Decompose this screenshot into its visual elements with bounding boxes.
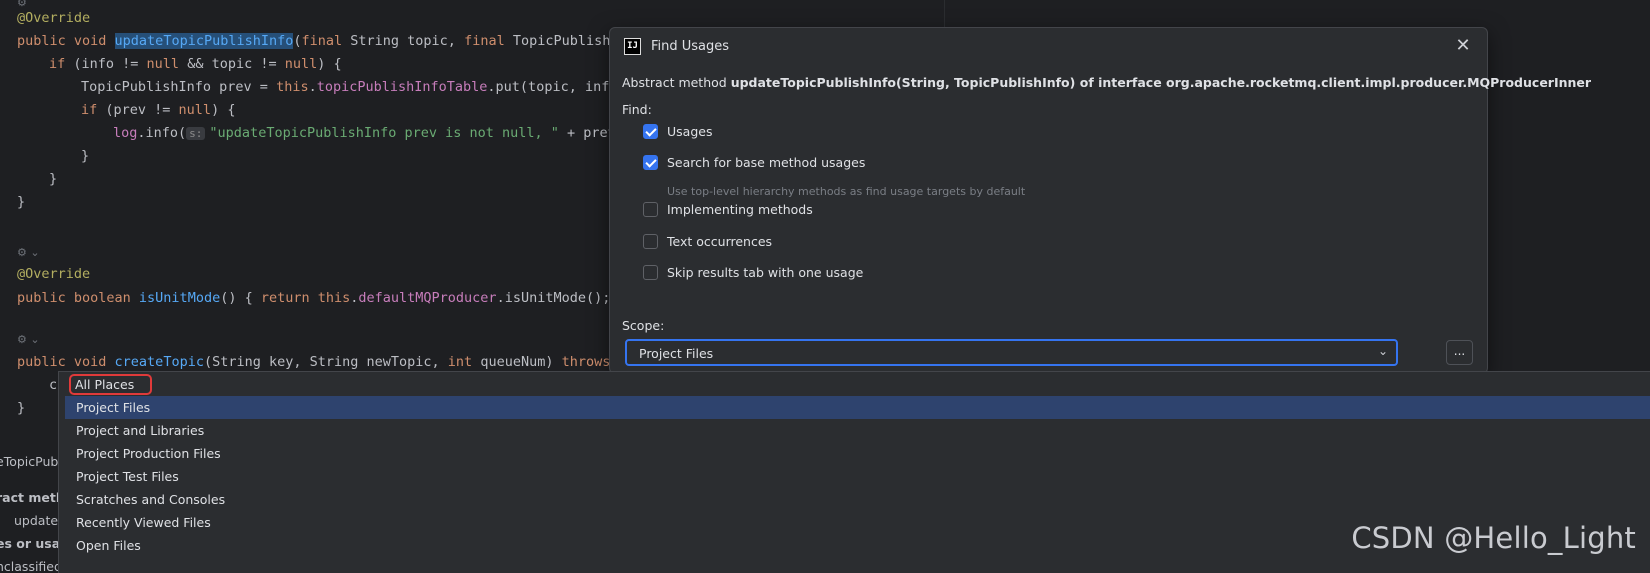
- code-line: public void updateTopicPublishInfo(final…: [17, 33, 619, 49]
- editor-divider: [944, 0, 945, 28]
- scope-label: Scope:: [622, 318, 665, 333]
- scope-option-project-test-files[interactable]: Project Test Files: [65, 465, 1650, 488]
- code-line: @Override: [17, 266, 91, 282]
- code-line: }: [17, 400, 26, 416]
- base-method-usages-option[interactable]: Search for base method usages: [643, 152, 865, 172]
- fold-marker-icon[interactable]: ⚙: [17, 0, 27, 9]
- code-line: @Override: [17, 10, 91, 26]
- text-occurrences-checkbox[interactable]: [643, 233, 658, 249]
- find-label: Find:: [622, 102, 652, 117]
- intellij-app-icon: IJ: [624, 38, 641, 55]
- find-results-panel[interactable]: eTopicPublis ract metho update es or usa…: [0, 450, 60, 572]
- scope-option-project-and-libraries[interactable]: Project and Libraries: [65, 419, 1650, 442]
- find-usages-dialog: IJ Find Usages ✕ Abstract method updateT…: [609, 27, 1591, 374]
- scope-option-project-files[interactable]: Project Files: [65, 396, 1650, 419]
- implementing-methods-checkbox[interactable]: [643, 201, 658, 217]
- results-group[interactable]: es or usag: [0, 536, 60, 551]
- code-line: public void createTopic(String key, Stri…: [17, 354, 611, 370]
- highlight-ring: All Places: [69, 374, 153, 395]
- scope-option-project-production-files[interactable]: Project Production Files: [65, 442, 1650, 465]
- watermark: CSDN @Hello_Light: [1351, 521, 1636, 555]
- code-line: if (info != null && topic != null) {: [49, 56, 342, 72]
- close-icon[interactable]: ✕: [1451, 34, 1475, 58]
- scope-option-scratches-and-consoles[interactable]: Scratches and Consoles: [65, 488, 1650, 511]
- code-line: }: [49, 171, 58, 187]
- code-line: public boolean isUnitMode() { return thi…: [17, 290, 611, 306]
- target-description: Abstract method updateTopicPublishInfo(S…: [622, 75, 1592, 90]
- code-line: TopicPublishInfo prev = this.topicPublis…: [81, 79, 618, 95]
- skip-results-tab-option[interactable]: Skip results tab with one usage: [643, 262, 863, 282]
- skip-results-tab-checkbox[interactable]: [643, 264, 658, 280]
- chevron-down-icon: ⌄: [1377, 344, 1388, 358]
- results-tab[interactable]: eTopicPublis: [0, 454, 60, 469]
- results-item[interactable]: update: [14, 513, 58, 528]
- code-line: }: [81, 148, 90, 164]
- fold-marker-icon[interactable]: ⚙ ⌄: [17, 246, 40, 259]
- usages-checkbox[interactable]: [643, 123, 658, 139]
- results-description: ract metho: [0, 490, 60, 505]
- implementing-methods-option[interactable]: Implementing methods: [643, 199, 813, 219]
- fold-marker-icon[interactable]: ⚙ ⌄: [17, 333, 40, 346]
- dialog-title: Find Usages: [651, 39, 730, 54]
- base-method-hint: Use top-level hierarchy methods as find …: [667, 185, 1026, 198]
- code-line: }: [17, 194, 26, 210]
- code-line: c: [49, 377, 58, 393]
- usages-option[interactable]: Usages: [643, 121, 712, 141]
- code-line: log.info(s: "updateTopicPublishInfo prev …: [113, 125, 616, 141]
- scope-selected-value: Project Files: [639, 346, 714, 361]
- scope-more-button[interactable]: ...: [1446, 340, 1473, 365]
- scope-option-all-places[interactable]: All Places: [65, 373, 1650, 396]
- scope-dropdown[interactable]: Project Files ⌄: [625, 339, 1398, 366]
- text-occurrences-option[interactable]: Text occurrences: [643, 231, 772, 251]
- parameter-hint: s:: [186, 127, 206, 140]
- code-line: if (prev != null) {: [81, 102, 236, 118]
- base-method-usages-checkbox[interactable]: [643, 154, 658, 170]
- results-group-unclassified[interactable]: nclassified: [0, 559, 60, 572]
